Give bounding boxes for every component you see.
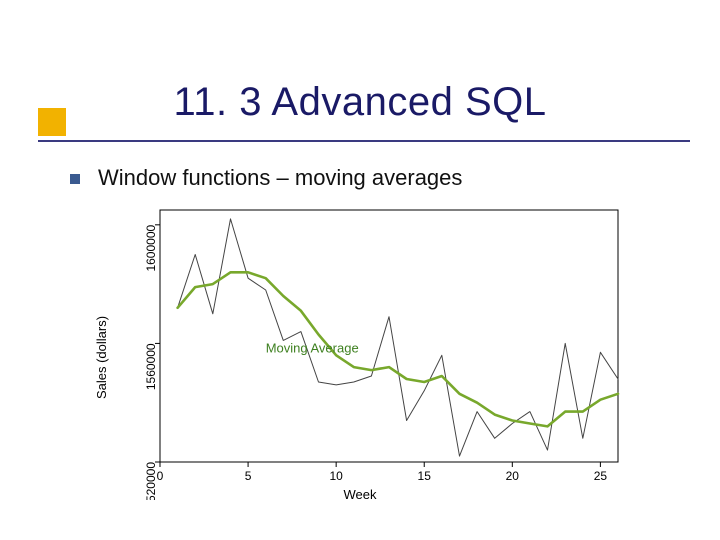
svg-text:1600000: 1600000 <box>144 224 158 271</box>
chart-svg: 0510152025152000015600001600000Moving Av… <box>90 200 630 500</box>
svg-text:1560000: 1560000 <box>144 343 158 390</box>
axis-label-y-text: Sales (dollars) <box>94 316 109 399</box>
svg-text:5: 5 <box>245 469 252 483</box>
axis-label-y: Sales (dollars) <box>94 200 114 500</box>
page-title: 11. 3 Advanced SQL <box>0 80 720 125</box>
svg-text:20: 20 <box>506 469 520 483</box>
bullet-text: Window functions – moving averages <box>70 165 462 191</box>
svg-text:10: 10 <box>329 469 343 483</box>
title-underline <box>38 140 690 142</box>
svg-text:Moving Average: Moving Average <box>266 340 359 355</box>
slide: 11. 3 Advanced SQL Window functions – mo… <box>0 0 720 540</box>
axis-label-x: Week <box>90 487 630 502</box>
svg-text:25: 25 <box>594 469 608 483</box>
chart: 0510152025152000015600001600000Moving Av… <box>90 200 630 500</box>
svg-text:15: 15 <box>418 469 432 483</box>
